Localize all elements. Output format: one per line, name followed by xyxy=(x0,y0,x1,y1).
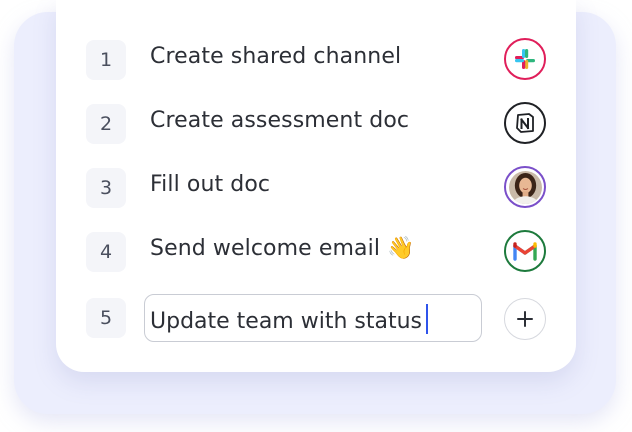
task-number: 1 xyxy=(86,40,126,80)
new-task-input[interactable]: Update team with status xyxy=(144,294,482,342)
task-row[interactable]: 3 Fill out doc xyxy=(56,166,576,214)
add-task-button[interactable] xyxy=(504,298,546,340)
plus-icon xyxy=(517,311,533,327)
text-caret xyxy=(426,304,429,334)
task-list-card: 1 Create shared channel 2 Create assessm… xyxy=(56,0,576,372)
new-task-row: 5 Update team with status xyxy=(56,294,576,348)
task-number: 3 xyxy=(86,168,126,208)
task-row[interactable]: 4 Send welcome email 👋 xyxy=(56,230,576,278)
task-label: Send welcome email 👋 xyxy=(150,236,415,261)
task-label: Fill out doc xyxy=(150,172,271,197)
gmail-icon[interactable] xyxy=(504,230,546,272)
notion-icon[interactable] xyxy=(504,102,546,144)
task-row[interactable]: 2 Create assessment doc xyxy=(56,102,576,150)
slack-icon[interactable] xyxy=(504,38,546,80)
task-number: 5 xyxy=(86,298,126,338)
task-label: Create assessment doc xyxy=(150,108,410,133)
task-label: Create shared channel xyxy=(150,44,402,69)
task-row[interactable]: 1 Create shared channel xyxy=(56,38,576,86)
user-avatar[interactable] xyxy=(504,166,546,208)
task-number: 4 xyxy=(86,232,126,272)
task-number: 2 xyxy=(86,104,126,144)
new-task-input-value: Update team with status xyxy=(150,309,423,334)
